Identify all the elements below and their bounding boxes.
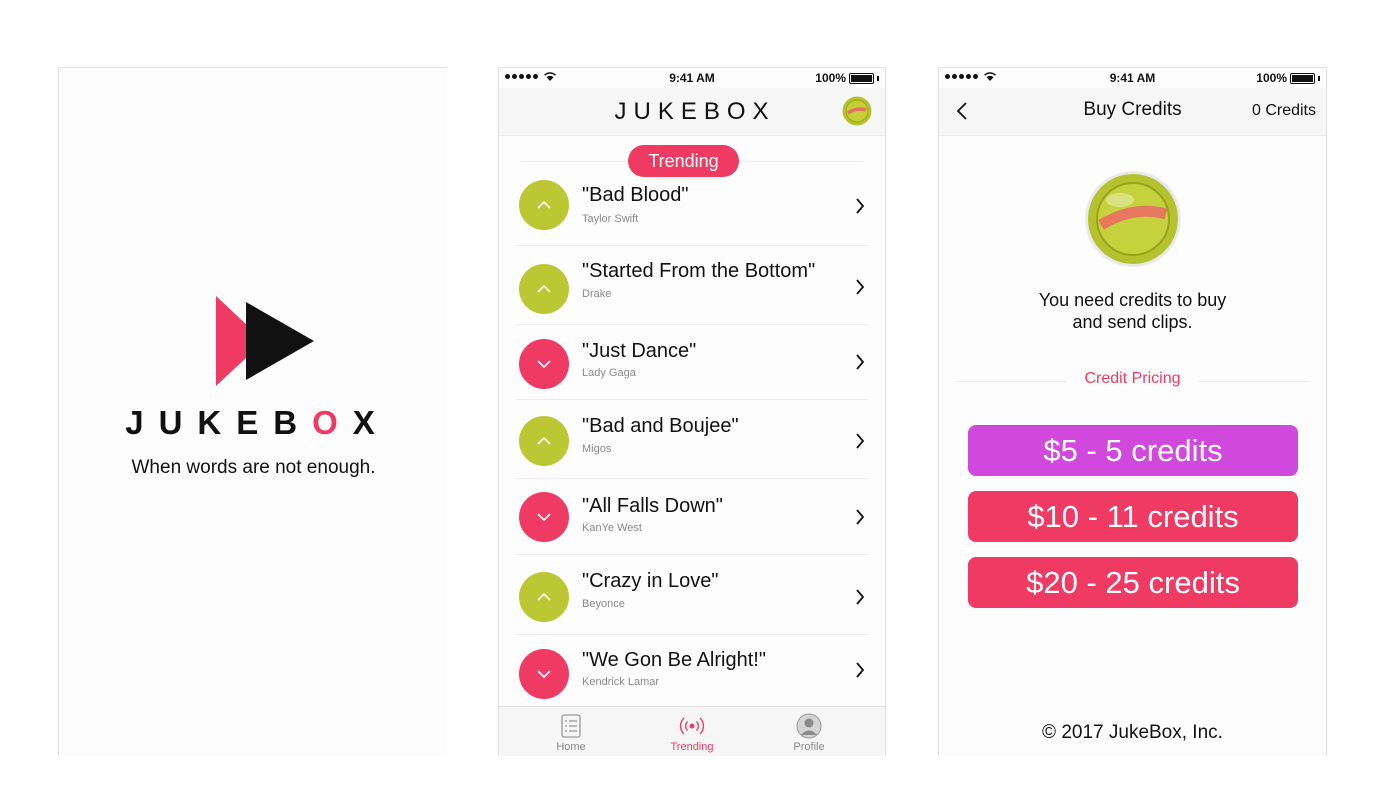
broadcast-icon: [679, 717, 705, 735]
battery-percent: 100%: [815, 71, 846, 85]
splash-tagline: When words are not enough.: [131, 457, 376, 478]
song-artist: Migos: [582, 443, 612, 455]
upvote-button[interactable]: [519, 572, 569, 622]
battery-icon: [1290, 72, 1315, 84]
list-item[interactable]: "Crazy in Love" Beyonce: [499, 555, 885, 635]
list-icon: [561, 714, 581, 738]
tab-label: Home: [556, 741, 586, 753]
song-title: "All Falls Down": [582, 495, 723, 517]
battery-percent: 100%: [1256, 71, 1287, 85]
brand-letter: X: [352, 404, 390, 441]
song-artist: Taylor Swift: [582, 213, 639, 225]
brand-letter: K: [197, 404, 237, 441]
downvote-button[interactable]: [519, 339, 569, 389]
song-artist: Drake: [582, 288, 612, 300]
jukebox-logo-icon: [216, 296, 314, 386]
splash-brand-wordmark: JUKEBOX: [59, 404, 447, 442]
chevron-right-icon: [856, 198, 865, 214]
tab-label: Profile: [793, 741, 825, 753]
buy-11-credits-button[interactable]: $10 - 11 credits: [968, 491, 1298, 542]
brand-letter: U: [158, 404, 198, 441]
battery-indicator: 100%: [815, 71, 879, 85]
credits-message-line: You need credits to buy: [1038, 290, 1227, 310]
chevron-down-icon: [537, 513, 551, 522]
list-item[interactable]: "Started From the Bottom" Drake: [499, 246, 885, 325]
buy-25-credits-button[interactable]: $20 - 25 credits: [968, 557, 1298, 608]
buy-5-credits-button[interactable]: $5 - 5 credits: [968, 425, 1298, 476]
chevron-right-icon: [856, 354, 865, 370]
credits-message-line: and send clips.: [1072, 312, 1193, 332]
list-item[interactable]: "Just Dance" Lady Gaga: [499, 325, 885, 400]
battery-icon: [849, 72, 874, 84]
song-list: "Bad Blood" Taylor Swift "Started From t…: [499, 166, 885, 707]
credits-coin-icon[interactable]: [842, 96, 872, 126]
credits-coin-icon: [1085, 171, 1181, 267]
chevron-down-icon: [537, 360, 551, 369]
credits-message: You need credits to buy and send clips.: [939, 289, 1326, 333]
splash-screen: JUKEBOX When words are not enough.: [58, 67, 447, 756]
chevron-right-icon: [856, 589, 865, 605]
song-title: "Bad and Boujee": [582, 415, 739, 437]
chevron-down-icon: [537, 670, 551, 679]
tab-profile[interactable]: Profile: [769, 713, 849, 753]
chevron-right-icon: [856, 662, 865, 678]
buy-credits-header: Buy Credits 0 Credits: [939, 88, 1326, 136]
list-item[interactable]: "We Gon Be Alright!" Kendrick Lamar: [499, 635, 885, 707]
upvote-button[interactable]: [519, 264, 569, 314]
chevron-up-icon: [537, 436, 551, 445]
downvote-button[interactable]: [519, 649, 569, 699]
brand-letter: B: [273, 404, 313, 441]
song-artist: KanYe West: [582, 522, 642, 534]
song-title: "We Gon Be Alright!": [582, 649, 766, 671]
battery-indicator: 100%: [1256, 71, 1320, 85]
brand-letter: E: [236, 404, 274, 441]
credit-count: 0 Credits: [1251, 102, 1316, 119]
buy-credits-screen: 9:41 AM 100% Buy Credits 0 Credits You n…: [938, 67, 1327, 756]
tab-home[interactable]: Home: [531, 713, 611, 753]
list-item[interactable]: "Bad Blood" Taylor Swift: [499, 166, 885, 246]
song-title: "Crazy in Love": [582, 570, 719, 592]
song-artist: Beyonce: [582, 598, 625, 610]
tab-bar: Home Trending Profile: [499, 706, 885, 756]
song-title: "Started From the Bottom": [582, 260, 816, 282]
upvote-button[interactable]: [519, 180, 569, 230]
chevron-up-icon: [537, 284, 551, 293]
chevron-right-icon: [856, 433, 865, 449]
trending-screen: 9:41 AM 100% JUKEBOX Trending "Bad Blood…: [498, 67, 886, 756]
chevron-up-icon: [537, 200, 551, 209]
song-title: "Just Dance": [582, 340, 697, 362]
list-item[interactable]: "Bad and Boujee" Migos: [499, 400, 885, 479]
downvote-button[interactable]: [519, 492, 569, 542]
brand-letter-accent: O: [312, 404, 353, 441]
status-bar: 9:41 AM 100%: [499, 68, 885, 88]
tab-trending[interactable]: Trending: [652, 713, 732, 753]
tab-label: Trending: [670, 741, 714, 753]
copyright-text: © 2017 JukeBox, Inc.: [1042, 722, 1223, 743]
status-bar: 9:41 AM 100%: [939, 68, 1326, 88]
brand-letter: J: [125, 404, 159, 441]
header-brand: JUKEBOX: [614, 98, 776, 125]
list-item[interactable]: "All Falls Down" KanYe West: [499, 479, 885, 555]
song-artist: Lady Gaga: [582, 367, 636, 379]
chevron-right-icon: [856, 279, 865, 295]
chevron-up-icon: [537, 592, 551, 601]
credit-pricing-label: Credit Pricing: [1084, 370, 1181, 387]
profile-icon: [796, 713, 822, 739]
upvote-button[interactable]: [519, 416, 569, 466]
song-artist: Kendrick Lamar: [582, 676, 660, 688]
trending-header: JUKEBOX: [499, 88, 885, 136]
song-title: "Bad Blood": [582, 184, 689, 206]
chevron-right-icon: [856, 509, 865, 525]
